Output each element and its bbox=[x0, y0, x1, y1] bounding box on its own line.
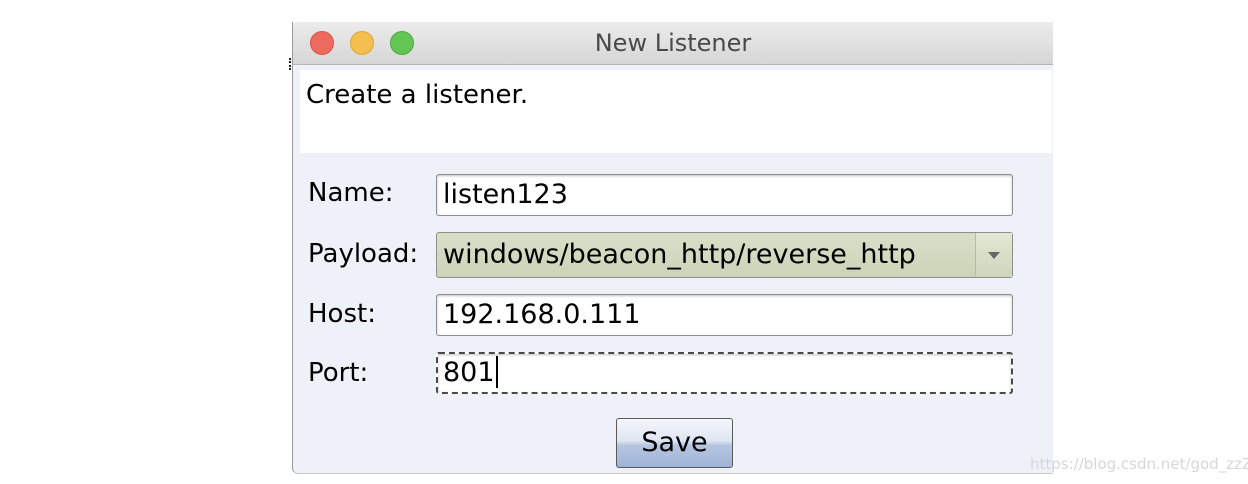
port-value: 801 bbox=[443, 357, 495, 388]
name-field[interactable]: listen123 bbox=[436, 174, 1013, 216]
host-field[interactable]: 192.168.0.111 bbox=[436, 294, 1013, 336]
port-value-wrap: 801 bbox=[443, 353, 498, 393]
watermark-text: https://blog.csdn.net/god_zzZ bbox=[1030, 455, 1248, 473]
window-title: New Listener bbox=[594, 29, 752, 57]
host-label: Host: bbox=[308, 299, 376, 329]
port-field[interactable]: 801 bbox=[436, 352, 1013, 394]
payload-label: Payload: bbox=[308, 239, 419, 269]
save-button[interactable]: Save bbox=[616, 418, 733, 468]
name-label: Name: bbox=[308, 178, 394, 208]
text-caret bbox=[495, 355, 498, 388]
chevron-down-icon[interactable] bbox=[975, 233, 1012, 277]
description-panel: Create a listener. bbox=[300, 70, 1052, 153]
title-bar[interactable]: New Listener bbox=[293, 22, 1053, 65]
payload-value: windows/beacon_http/reverse_http bbox=[443, 239, 916, 270]
description-text: Create a listener. bbox=[306, 80, 529, 110]
host-value: 192.168.0.111 bbox=[443, 299, 641, 330]
payload-select[interactable]: windows/beacon_http/reverse_http bbox=[436, 232, 1013, 278]
port-label: Port: bbox=[308, 358, 369, 388]
new-listener-dialog: New Listener Create a listener. Name: li… bbox=[292, 22, 1053, 474]
name-value: listen123 bbox=[443, 179, 568, 210]
